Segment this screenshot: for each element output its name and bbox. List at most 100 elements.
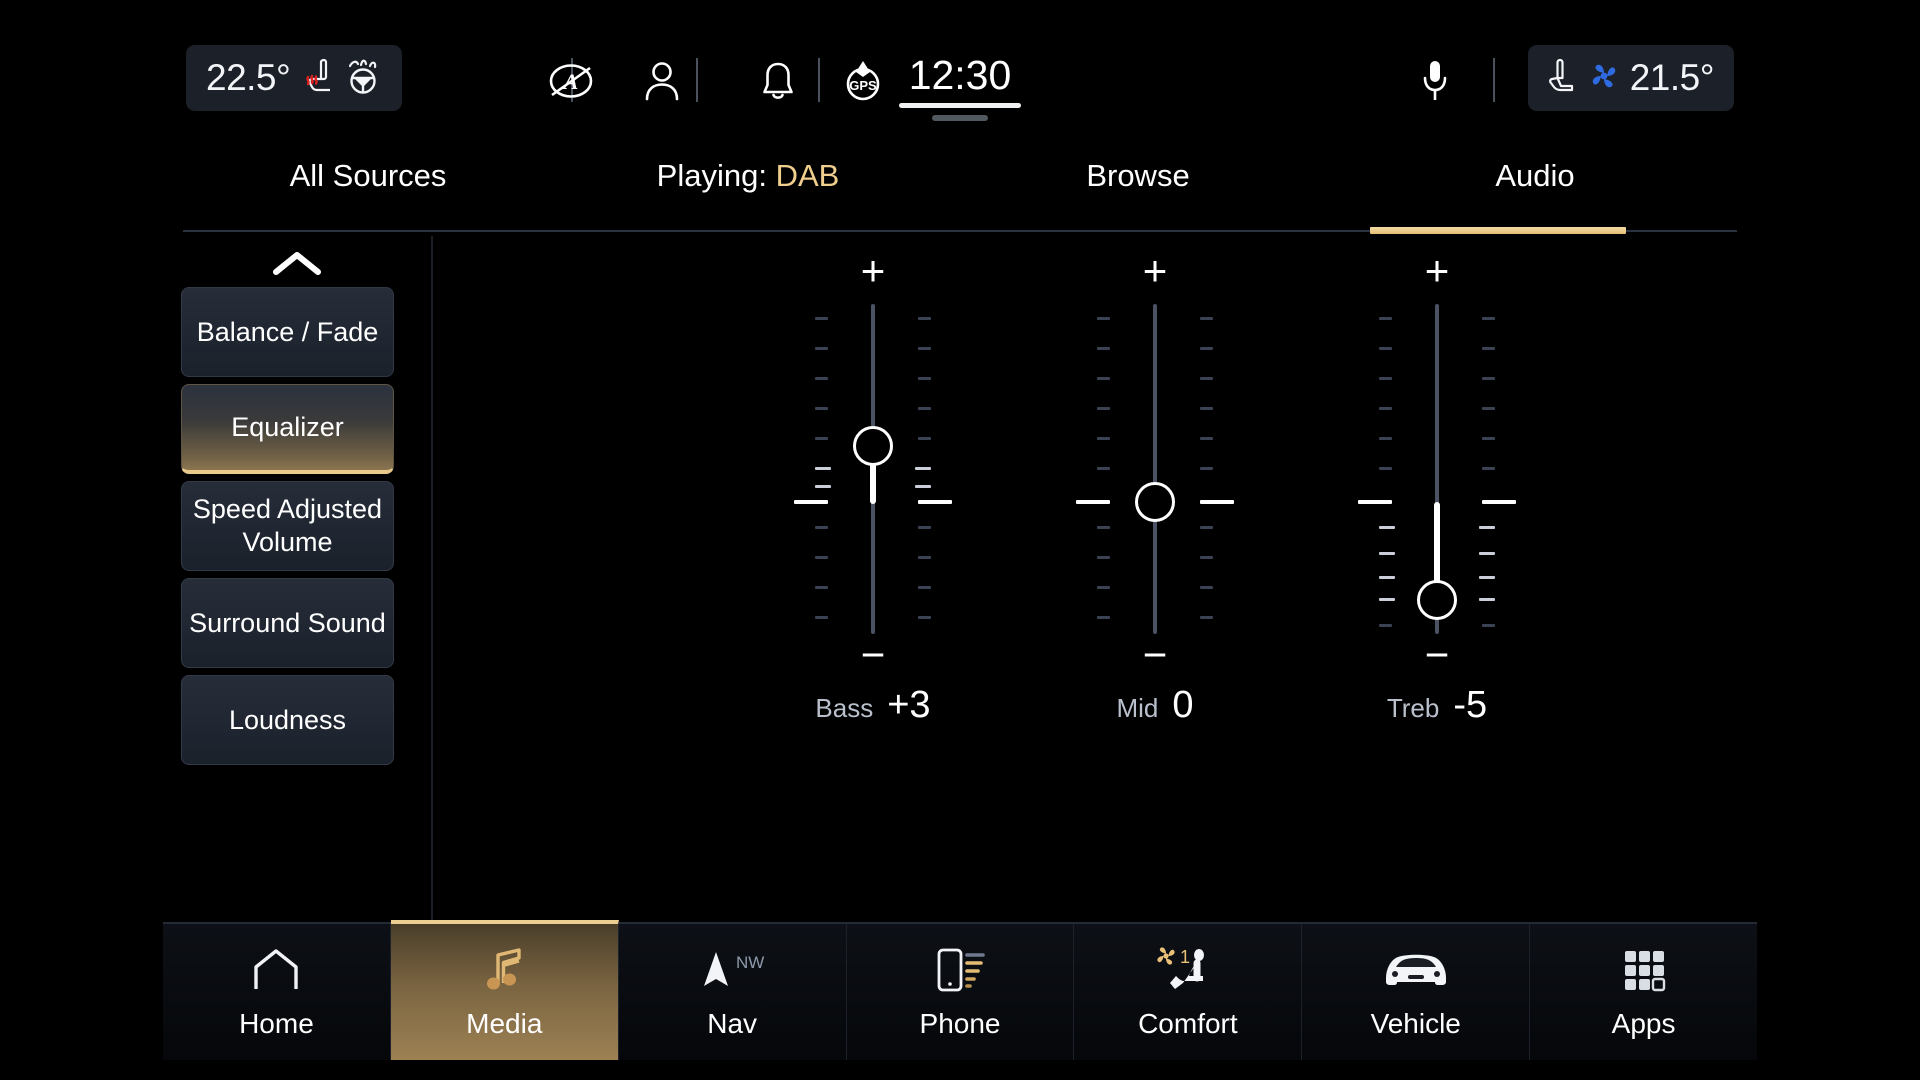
drag-handle[interactable] xyxy=(932,115,988,121)
home-icon xyxy=(250,944,302,996)
steering-wheel-heat-icon xyxy=(344,56,382,101)
svg-text:1: 1 xyxy=(1180,947,1190,967)
plus-icon: + xyxy=(1142,247,1168,294)
gps-icon[interactable]: GPS xyxy=(828,58,898,106)
tab-browse-label: Browse xyxy=(1086,158,1190,193)
sidebar-item-balance-fade[interactable]: Balance / Fade xyxy=(181,287,394,377)
car-front-icon xyxy=(1376,944,1456,996)
svg-text:NW: NW xyxy=(736,953,764,972)
nav-item-vehicle-label: Vehicle xyxy=(1370,1008,1461,1039)
treble-value: -5 xyxy=(1453,684,1488,726)
mid-value-row: Mid 0 xyxy=(1116,684,1193,727)
sidebar-item-label: Speed Adjusted Volume xyxy=(192,494,383,557)
treble-value-row: Treb -5 xyxy=(1387,684,1487,727)
bass-label: Bass xyxy=(815,693,874,723)
clock-progress-bar xyxy=(899,103,1021,108)
treble-decrease-button[interactable]: − xyxy=(1398,626,1476,684)
nav-item-comfort[interactable]: 1 Comfort xyxy=(1074,924,1303,1060)
equalizer-panel: + − Bass +3 + − Mid 0 + − Treb -5 xyxy=(435,236,1757,966)
minus-icon: − xyxy=(1424,631,1450,678)
nav-item-media[interactable]: Media xyxy=(390,920,619,1060)
passenger-temperature: 21.5° xyxy=(1629,57,1715,98)
status-divider-4 xyxy=(1493,58,1495,102)
plus-icon: + xyxy=(860,247,886,294)
sidebar-item-label: Surround Sound xyxy=(189,607,386,638)
tab-active-indicator xyxy=(1370,227,1626,234)
compass-arrow-icon: NW xyxy=(694,944,770,996)
nav-item-comfort-label: Comfort xyxy=(1138,1008,1238,1039)
seat-heat-icon xyxy=(300,56,334,101)
status-bar: 22.5° A xyxy=(163,22,1757,134)
sidebar-item-loudness[interactable]: Loudness xyxy=(181,675,394,765)
treble-slider-thumb[interactable] xyxy=(1417,580,1457,620)
mid-slider-thumb[interactable] xyxy=(1135,482,1175,522)
music-note-icon xyxy=(479,944,529,996)
sidebar-item-speed-adjusted-volume[interactable]: Speed Adjusted Volume xyxy=(181,481,394,571)
tab-playing[interactable]: Playing: DAB xyxy=(553,152,943,234)
app-grid-icon xyxy=(1620,944,1668,996)
nav-item-home-label: Home xyxy=(239,1008,314,1039)
status-divider-2 xyxy=(696,58,698,102)
mid-label: Mid xyxy=(1116,693,1159,723)
tab-browse[interactable]: Browse xyxy=(943,152,1333,234)
seat-vent-icon xyxy=(1548,56,1578,101)
nav-item-phone[interactable]: Phone xyxy=(846,924,1075,1060)
clock-widget[interactable]: 12:30 xyxy=(899,52,1021,121)
notification-bell-icon[interactable] xyxy=(743,58,813,104)
seat-fan-icon: 1 xyxy=(1153,944,1223,996)
mid-slider-ticks xyxy=(1075,304,1235,634)
playing-source: DAB xyxy=(775,158,840,193)
phone-signal-icon xyxy=(929,944,991,996)
sidebar-item-label: Equalizer xyxy=(231,412,344,442)
driver-temperature: 22.5° xyxy=(206,57,291,98)
nav-item-apps[interactable]: Apps xyxy=(1530,924,1758,1060)
tab-all-sources[interactable]: All Sources xyxy=(183,152,553,234)
sidebar-item-label: Balance / Fade xyxy=(196,316,379,347)
eq-band-bass: + − Bass +3 xyxy=(723,236,1023,966)
tab-all-sources-label: All Sources xyxy=(289,158,447,193)
mid-slider[interactable] xyxy=(1075,304,1235,634)
treble-slider[interactable] xyxy=(1357,304,1517,634)
svg-text:GPS: GPS xyxy=(849,78,877,93)
infotainment-screen: 22.5° A xyxy=(163,22,1758,1060)
microphone-icon[interactable] xyxy=(1405,56,1465,106)
nav-item-media-label: Media xyxy=(466,1008,543,1039)
sidebar-item-surround-sound[interactable]: Surround Sound xyxy=(181,578,394,668)
mid-decrease-button[interactable]: − xyxy=(1116,626,1194,684)
mid-value: 0 xyxy=(1172,684,1194,726)
status-divider-3 xyxy=(818,58,820,102)
minus-icon: − xyxy=(1142,631,1168,678)
bass-decrease-button[interactable]: − xyxy=(834,626,912,684)
tab-audio-label: Audio xyxy=(1495,158,1575,193)
user-profile-icon[interactable] xyxy=(629,58,695,104)
nav-item-nav[interactable]: NW Nav xyxy=(618,924,847,1060)
treble-increase-button[interactable]: + xyxy=(1398,242,1476,300)
eq-band-mid: + − Mid 0 xyxy=(1005,236,1305,966)
auto-hold-icon[interactable]: A xyxy=(534,59,608,103)
bass-slider-thumb[interactable] xyxy=(853,426,893,466)
clock-time: 12:30 xyxy=(908,52,1012,98)
chevron-up-icon[interactable] xyxy=(261,242,333,286)
plus-icon: + xyxy=(1424,247,1450,294)
sidebar-item-label: Loudness xyxy=(228,704,347,735)
nav-item-vehicle[interactable]: Vehicle xyxy=(1302,924,1531,1060)
bass-value-row: Bass +3 xyxy=(815,684,930,727)
mid-increase-button[interactable]: + xyxy=(1116,242,1194,300)
sidebar-item-equalizer[interactable]: Equalizer xyxy=(181,384,394,474)
treble-label: Treb xyxy=(1386,693,1440,723)
nav-item-nav-label: Nav xyxy=(707,1008,758,1039)
fan-icon xyxy=(1588,60,1620,97)
passenger-climate-button[interactable]: 21.5° xyxy=(1527,45,1734,111)
bass-increase-button[interactable]: + xyxy=(834,242,912,300)
bottom-navigation-bar: Home Media NW Nav Phone 1 Comfort Vehicl… xyxy=(163,920,1758,1060)
nav-item-apps-label: Apps xyxy=(1611,1008,1676,1039)
tab-playing-label: Playing: DAB xyxy=(656,158,840,193)
bass-slider[interactable] xyxy=(793,304,953,634)
tab-audio[interactable]: Audio xyxy=(1333,152,1737,234)
minus-icon: − xyxy=(860,631,886,678)
nav-item-home[interactable]: Home xyxy=(163,924,391,1060)
driver-climate-button[interactable]: 22.5° xyxy=(186,45,403,111)
eq-band-treble: + − Treb -5 xyxy=(1287,236,1587,966)
audio-settings-list: Balance / Fade Equalizer Speed Adjusted … xyxy=(163,236,433,966)
nav-item-phone-label: Phone xyxy=(919,1008,1001,1039)
